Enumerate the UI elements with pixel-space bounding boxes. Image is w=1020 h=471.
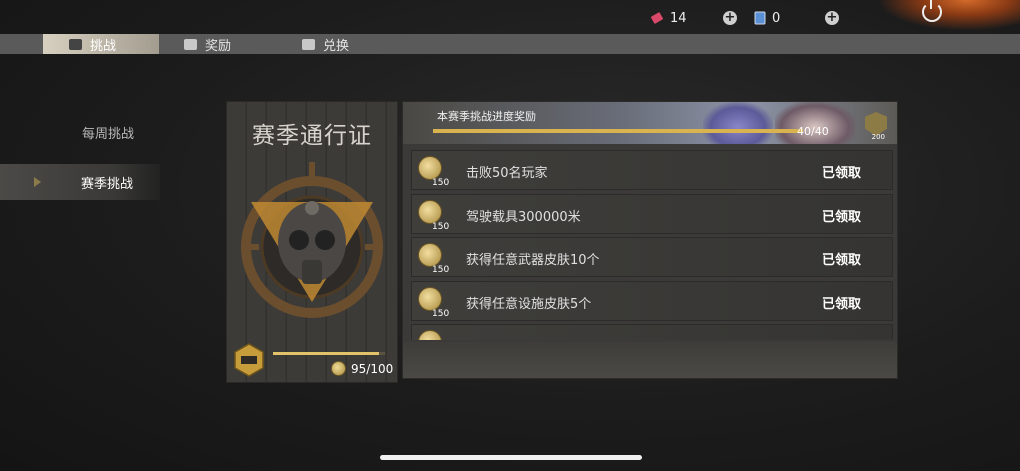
reward-amount: 150 [432, 308, 450, 319]
banner-title: 本赛季挑战进度奖励 [437, 110, 536, 123]
claimed-status: 已领取 [822, 253, 862, 268]
claimed-status: 已领取 [822, 209, 862, 225]
power-button[interactable] [880, 0, 1020, 30]
coin-icon [418, 199, 442, 224]
list-item[interactable]: 150 获得任意设施皮肤5个 已领取 [411, 280, 893, 321]
season-progress-fill [433, 129, 803, 133]
season-progress-banner[interactable]: 本赛季挑战进度奖励 40/40 200 [403, 102, 897, 144]
tab-reward[interactable]: 奖励 [184, 34, 274, 54]
claimed-status: 已领取 [822, 166, 862, 181]
reward-amount: 150 [432, 221, 450, 232]
card-count: 0 [772, 10, 781, 26]
ticket-counter: 14 [650, 9, 687, 27]
claimed-status: 已领取 [822, 296, 862, 312]
challenge-label: 获得任意武器皮肤10个 [466, 253, 600, 268]
season-progress-bar [433, 129, 803, 133]
tab-reward-label: 奖励 [205, 38, 232, 54]
home-indicator[interactable] [380, 455, 642, 460]
challenge-panel: 本赛季挑战进度奖励 40/40 200 150 击败50名玩家 已领取 150 … [402, 101, 898, 379]
sidebar-item-weekly[interactable]: 每周挑战 [0, 114, 160, 150]
reward-amount: 150 [432, 178, 450, 188]
challenge-label: 获得任意设施皮肤5个 [466, 296, 592, 312]
power-icon [922, 0, 942, 22]
sidebar-item-season-label: 赛季挑战 [81, 176, 134, 192]
challenge-list[interactable]: 150 击败50名玩家 已领取 150 驾驶载具300000米 已领取 150 … [411, 150, 893, 340]
character-art-1 [703, 102, 773, 144]
rank-badge-icon [234, 343, 264, 377]
sidebar-item-season[interactable]: 赛季挑战 [0, 164, 160, 200]
coin-icon [418, 156, 442, 180]
reward-badge-number: 200 [871, 133, 885, 141]
sidebar-item-weekly-label: 每周挑战 [82, 126, 135, 142]
season-pass-card[interactable]: 赛季通行证 95/100 [226, 101, 398, 383]
add-cards-button[interactable]: + [825, 11, 839, 25]
reward-icon [184, 38, 197, 50]
tab-challenge[interactable]: 挑战 [43, 34, 159, 54]
pass-progress-text: 95/100 [351, 361, 394, 376]
card-counter: 0 [754, 9, 780, 27]
add-tickets-button[interactable]: + [723, 11, 737, 25]
map-background [403, 342, 897, 378]
season-progress-text: 40/40 [797, 125, 829, 138]
pass-progress-fill [273, 352, 380, 355]
selected-arrow-icon [34, 177, 41, 187]
tab-strip: 挑战 奖励 兑换 [0, 34, 1020, 54]
tab-exchange-label: 兑换 [323, 38, 350, 54]
coin-icon [331, 361, 346, 376]
pass-card-title: 赛季通行证 [252, 123, 372, 149]
challenge-label: 驾驶载具300000米 [466, 209, 581, 225]
coin-icon [418, 243, 442, 267]
pass-progress-count: 95/100 [331, 361, 393, 376]
list-item-partial[interactable] [411, 324, 893, 340]
exchange-icon [302, 38, 315, 50]
ticket-count: 14 [670, 10, 687, 26]
list-item[interactable]: 150 击败50名玩家 已领取 [411, 150, 893, 190]
top-bar: 14 + 0 + [0, 0, 1020, 34]
coin-icon [418, 286, 442, 311]
reward-amount: 150 [432, 265, 450, 275]
pass-progress-bar [273, 352, 385, 355]
tab-challenge-label: 挑战 [90, 38, 117, 54]
challenge-icon [69, 38, 82, 50]
challenge-label: 击败50名玩家 [466, 166, 548, 181]
list-item[interactable]: 150 驾驶载具300000米 已领取 [411, 193, 893, 234]
list-item[interactable]: 150 获得任意武器皮肤10个 已领取 [411, 237, 893, 277]
tab-exchange[interactable]: 兑换 [302, 34, 392, 54]
coin-icon [418, 330, 442, 340]
card-icon [754, 11, 766, 25]
ticket-icon [651, 12, 663, 24]
